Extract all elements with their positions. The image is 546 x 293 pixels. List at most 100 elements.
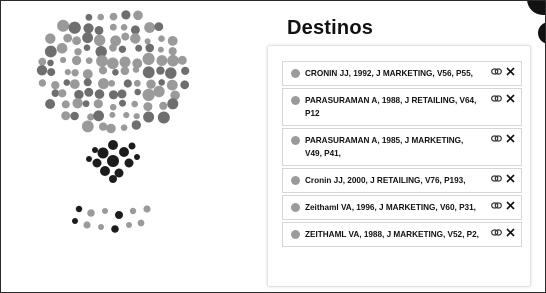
graph-node[interactable] <box>96 55 108 67</box>
graph-node[interactable] <box>87 209 95 217</box>
graph-node[interactable] <box>36 65 48 76</box>
graph-node[interactable] <box>93 110 104 122</box>
graph-node[interactable] <box>156 66 165 75</box>
graph-node[interactable] <box>61 111 71 121</box>
graph-node[interactable] <box>94 89 105 99</box>
list-item[interactable]: Zeithaml VA, 1996, J MARKETING, V60, P31… <box>282 195 522 220</box>
list-item[interactable]: Cronin JJ, 2000, J RETAILING, V76, P193, <box>282 168 522 193</box>
graph-node[interactable] <box>180 80 190 90</box>
graph-node[interactable] <box>58 89 67 98</box>
graph-node[interactable] <box>98 78 109 90</box>
close-icon[interactable] <box>506 134 515 143</box>
graph-node[interactable] <box>70 111 79 121</box>
graph-node[interactable] <box>83 44 91 51</box>
graph-node[interactable] <box>71 55 82 66</box>
graph-node[interactable] <box>112 69 119 76</box>
graph-node[interactable] <box>114 168 124 178</box>
graph-node[interactable] <box>126 222 132 228</box>
graph-node[interactable] <box>72 36 81 46</box>
list-item[interactable]: PARASURAMAN A, 1985, J MARKETING, V49, P… <box>282 128 522 166</box>
graph-node[interactable] <box>130 25 140 35</box>
graph-node[interactable] <box>51 89 60 97</box>
graph-node[interactable] <box>158 79 165 86</box>
graph-node[interactable] <box>133 79 141 87</box>
graph-node[interactable] <box>61 100 70 109</box>
graph-node[interactable] <box>131 120 141 130</box>
graph-node[interactable] <box>97 13 104 21</box>
graph-node[interactable] <box>145 43 154 53</box>
graph-node[interactable] <box>109 12 118 21</box>
graph-node[interactable] <box>109 43 117 52</box>
network-visualization[interactable] <box>1 1 261 292</box>
node-cluster-small[interactable] <box>72 205 151 233</box>
graph-node[interactable] <box>157 111 170 124</box>
link-icon[interactable] <box>491 201 502 210</box>
graph-node[interactable] <box>87 113 95 121</box>
link-icon[interactable] <box>491 67 502 76</box>
graph-node[interactable] <box>121 10 131 20</box>
link-icon[interactable] <box>491 174 502 183</box>
graph-node[interactable] <box>98 224 104 230</box>
graph-node[interactable] <box>119 56 131 68</box>
graph-node[interactable] <box>107 155 119 167</box>
link-icon[interactable] <box>491 228 502 237</box>
graph-node[interactable] <box>92 147 98 153</box>
graph-node[interactable] <box>64 69 71 76</box>
list-item[interactable]: CRONIN JJ, 1992, J MARKETING, V56, P55, <box>282 61 522 86</box>
graph-node[interactable] <box>156 55 168 66</box>
graph-node[interactable] <box>109 111 116 118</box>
graph-node[interactable] <box>137 219 145 227</box>
graph-node[interactable] <box>158 35 165 42</box>
graph-node[interactable] <box>181 66 190 75</box>
graph-node[interactable] <box>123 112 130 119</box>
graph-node[interactable] <box>94 26 104 35</box>
graph-node[interactable] <box>119 147 129 157</box>
graph-node[interactable] <box>74 89 84 100</box>
graph-node[interactable] <box>142 88 155 101</box>
graph-node[interactable] <box>108 90 119 100</box>
graph-node[interactable] <box>57 19 70 32</box>
graph-node[interactable] <box>120 124 128 131</box>
graph-node[interactable] <box>134 154 140 160</box>
close-icon[interactable] <box>506 228 515 237</box>
graph-node[interactable] <box>83 221 91 229</box>
graph-node[interactable] <box>115 211 123 219</box>
graph-node[interactable] <box>107 57 119 70</box>
graph-node[interactable] <box>69 79 80 89</box>
graph-node[interactable] <box>128 142 136 150</box>
graph-node[interactable] <box>92 158 102 168</box>
graph-node[interactable] <box>167 36 178 46</box>
graph-node[interactable] <box>85 13 93 21</box>
graph-node[interactable] <box>131 100 138 108</box>
graph-node[interactable] <box>144 22 156 33</box>
graph-node[interactable] <box>38 79 47 87</box>
graph-node[interactable] <box>142 66 155 79</box>
graph-node[interactable] <box>154 22 164 31</box>
graph-node[interactable] <box>84 87 94 97</box>
graph-node[interactable] <box>108 140 118 150</box>
graph-node[interactable] <box>134 88 141 96</box>
graph-node[interactable] <box>72 218 78 224</box>
graph-node[interactable] <box>38 57 47 66</box>
graph-node[interactable] <box>72 98 83 109</box>
list-item[interactable]: ZEITHAML VA, 1988, J MARKETING, V52, P2, <box>282 222 522 247</box>
graph-node[interactable] <box>142 52 155 65</box>
graph-node[interactable] <box>56 43 68 54</box>
graph-node[interactable] <box>93 34 106 46</box>
graph-node[interactable] <box>47 59 54 67</box>
close-icon[interactable] <box>506 94 515 103</box>
graph-node[interactable] <box>85 57 93 64</box>
graph-node[interactable] <box>71 69 79 77</box>
graph-node[interactable] <box>86 156 92 162</box>
graph-node[interactable] <box>60 56 67 64</box>
graph-node[interactable] <box>143 111 155 123</box>
graph-node[interactable] <box>63 33 73 43</box>
graph-node[interactable] <box>109 23 117 31</box>
graph-node[interactable] <box>83 78 92 87</box>
close-icon[interactable] <box>506 174 515 183</box>
graph-node[interactable] <box>120 66 130 76</box>
graph-node[interactable] <box>135 44 143 52</box>
node-cluster-selected[interactable] <box>86 140 140 183</box>
graph-node[interactable] <box>119 99 126 107</box>
link-icon[interactable] <box>491 94 502 103</box>
